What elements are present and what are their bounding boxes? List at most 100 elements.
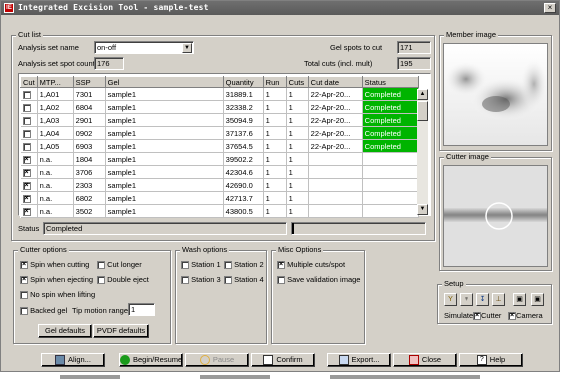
cell-mtp: n.a. xyxy=(37,165,74,179)
frame-icon[interactable]: ▣ xyxy=(513,293,526,306)
analysis-set-name-select[interactable]: on-off ▼ xyxy=(94,41,194,54)
col-run[interactable]: Run xyxy=(262,76,287,88)
double-eject-checkbox[interactable]: Double eject xyxy=(97,275,149,285)
cell-date: 22-Apr-20... xyxy=(308,87,363,101)
checked-icon[interactable]: × xyxy=(22,207,31,216)
col-quantity[interactable]: Quantity xyxy=(222,76,264,88)
tip-motion-input[interactable]: 1 xyxy=(128,303,155,316)
station2-checkbox[interactable]: Station 2 xyxy=(224,260,264,270)
cutter-image[interactable] xyxy=(443,165,548,267)
cut-checkbox-cell[interactable] xyxy=(20,87,38,101)
checked-icon[interactable]: × xyxy=(22,168,31,177)
cell-qty: 42713.7 xyxy=(223,191,264,205)
begin-resume-button[interactable]: Begin/Resume xyxy=(119,353,183,367)
cell-cuts: 1 xyxy=(286,126,309,140)
cutter-image-canvas xyxy=(444,166,547,266)
cut-checkbox-cell[interactable]: × xyxy=(20,191,38,205)
pvdf-defaults-button[interactable]: PVDF defaults xyxy=(93,324,149,338)
cell-date xyxy=(308,152,363,166)
checked-icon: × xyxy=(508,312,516,321)
table-row[interactable]: 1,A03 2901 sample1 35094.9 1 1 22-Apr-20... Com… xyxy=(20,113,419,127)
member-image[interactable] xyxy=(443,43,548,146)
table-row[interactable]: × n.a. 1804 sample1 39502.2 1 1 xyxy=(20,152,419,166)
close-window-button[interactable]: × xyxy=(544,3,556,13)
scroll-down-icon[interactable]: ▼ xyxy=(417,204,428,215)
cut-checkbox-cell[interactable] xyxy=(20,113,38,127)
scrollbar-thumb[interactable] xyxy=(417,101,428,121)
frame-alt-icon[interactable]: ▣ xyxy=(531,293,544,306)
unchecked-icon[interactable] xyxy=(22,129,31,138)
cell-status: Completed xyxy=(362,139,419,153)
cut-checkbox-cell[interactable]: × xyxy=(20,152,38,166)
backed-gel-checkbox[interactable]: Backed gel xyxy=(20,306,67,316)
checked-icon[interactable]: × xyxy=(22,194,31,203)
cell-ssp: 3706 xyxy=(73,165,106,179)
table-row[interactable]: × n.a. 3502 sample1 43800.5 1 1 xyxy=(20,204,419,218)
spin-when-ejecting-checkbox[interactable]: × Spin when ejecting xyxy=(20,275,93,285)
table-row[interactable]: 1,A02 6804 sample1 32338.2 1 1 22-Apr-20... Com… xyxy=(20,100,419,114)
cut-checkbox-cell[interactable] xyxy=(20,100,38,114)
station4-checkbox[interactable]: Station 4 xyxy=(224,275,264,285)
spin-when-cutting-checkbox[interactable]: × Spin when cutting xyxy=(20,260,89,270)
checked-icon[interactable]: × xyxy=(22,155,31,164)
cut-list-scrollbar[interactable]: ▲ ▼ xyxy=(417,89,428,215)
scroll-up-icon[interactable]: ▲ xyxy=(417,89,428,100)
axis-icon[interactable]: ↧ xyxy=(476,293,489,306)
cell-qty: 42690.0 xyxy=(223,178,264,192)
unchecked-icon[interactable] xyxy=(22,142,31,151)
gel-tray-icon[interactable]: ♆ xyxy=(460,293,473,306)
unchecked-icon[interactable] xyxy=(22,116,31,125)
unchecked-icon[interactable] xyxy=(22,103,31,112)
table-row[interactable]: × n.a. 2303 sample1 42690.0 1 1 xyxy=(20,178,419,192)
col-cut[interactable]: Cut xyxy=(20,76,38,88)
table-row[interactable]: × n.a. 6802 sample1 42713.7 1 1 xyxy=(20,191,419,205)
save-validation-checkbox[interactable]: Save validation image xyxy=(277,275,360,285)
member-image-canvas xyxy=(444,44,547,145)
cut-longer-checkbox[interactable]: Cut longer xyxy=(97,260,142,270)
no-spin-lifting-checkbox[interactable]: No spin when lifting xyxy=(20,290,95,300)
cut-checkbox-cell[interactable] xyxy=(20,126,38,140)
multiple-cuts-checkbox[interactable]: × Multiple cuts/spot xyxy=(277,260,345,270)
help-button[interactable]: ? Help xyxy=(459,353,523,367)
unchecked-icon[interactable] xyxy=(22,90,31,99)
station1-checkbox[interactable]: Station 1 xyxy=(181,260,221,270)
col-cuts[interactable]: Cuts xyxy=(285,76,309,88)
cut-checkbox-cell[interactable]: × xyxy=(20,165,38,179)
table-row[interactable]: 1,A04 0902 sample1 37137.6 1 1 22-Apr-20... Com… xyxy=(20,126,419,140)
cell-status xyxy=(362,204,419,218)
cell-ssp: 3502 xyxy=(73,204,106,218)
export-button[interactable]: Export... xyxy=(327,353,391,367)
simulate-label[interactable]: Simulate xyxy=(444,311,473,321)
cut-checkbox-cell[interactable] xyxy=(20,139,38,153)
cut-checkbox-cell[interactable]: × xyxy=(20,204,38,218)
station3-checkbox[interactable]: Station 3 xyxy=(181,275,221,285)
cutter-checkbox[interactable]: × Cutter xyxy=(473,311,501,321)
table-row[interactable]: 1,A05 6903 sample1 37654.5 1 1 22-Apr-20... Com… xyxy=(20,139,419,153)
camera-checkbox[interactable]: × Camera xyxy=(508,311,543,321)
pause-button[interactable]: Pause xyxy=(185,353,249,367)
align-icon xyxy=(55,355,66,366)
close-button[interactable]: Close xyxy=(393,353,457,367)
col-cut-date[interactable]: Cut date xyxy=(307,76,363,88)
confirm-button[interactable]: Confirm xyxy=(251,353,315,367)
cell-gel: sample1 xyxy=(105,100,224,114)
pause-icon xyxy=(199,355,210,366)
gel-defaults-button[interactable]: Gel defaults xyxy=(38,324,92,338)
align-button[interactable]: Align... xyxy=(41,353,105,367)
robot-arm-icon[interactable]: Y xyxy=(444,293,457,306)
cell-qty: 35094.9 xyxy=(223,113,264,127)
table-row[interactable]: 1,A01 7301 sample1 31889.1 1 1 22-Apr-20... Com… xyxy=(20,87,419,101)
export-icon xyxy=(338,355,349,366)
table-row[interactable]: × n.a. 3706 sample1 42304.6 1 1 xyxy=(20,165,419,179)
col-mtp[interactable]: MTP... xyxy=(36,76,74,88)
chevron-down-icon[interactable]: ▼ xyxy=(182,43,192,53)
col-gel[interactable]: Gel xyxy=(104,76,224,88)
col-status[interactable]: Status xyxy=(361,76,419,88)
cell-run: 1 xyxy=(263,100,287,114)
calibrate-icon[interactable]: ⊥ xyxy=(492,293,505,306)
col-ssp[interactable]: SSP xyxy=(72,76,106,88)
title-bar: IE Integrated Excision Tool - sample-tes… xyxy=(1,1,559,15)
cell-ssp: 6804 xyxy=(73,100,106,114)
checked-icon[interactable]: × xyxy=(22,181,31,190)
cut-checkbox-cell[interactable]: × xyxy=(20,178,38,192)
